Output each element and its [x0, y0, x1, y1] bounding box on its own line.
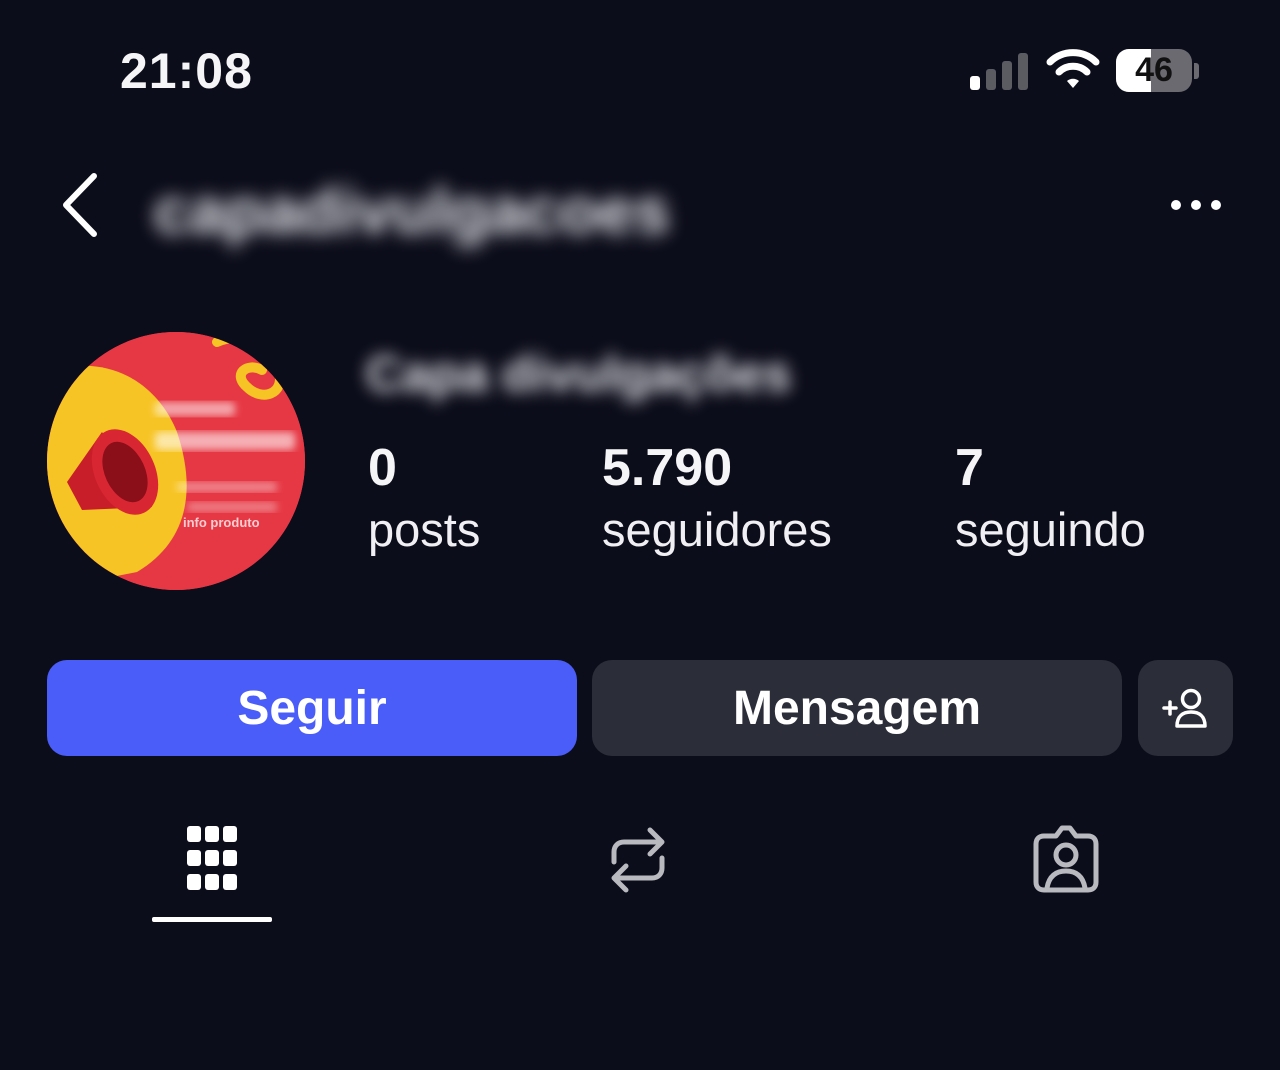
posts-count: 0 [368, 439, 397, 497]
avatar-caption: info produto [183, 515, 260, 530]
tab-grid[interactable] [152, 820, 272, 920]
followers-label: seguidores [602, 503, 832, 556]
tab-tagged[interactable] [1006, 820, 1126, 920]
profile-username: capadivulgacoes [154, 175, 670, 247]
grid-icon [187, 826, 237, 890]
wifi-icon [1046, 49, 1100, 88]
add-user-icon [1161, 688, 1207, 728]
avatar[interactable]: info produto [47, 332, 305, 590]
chevron-left-icon[interactable] [56, 170, 106, 240]
add-user-button[interactable] [1138, 660, 1233, 756]
message-button[interactable]: Mensagem [592, 660, 1122, 756]
following-label: seguindo [955, 503, 1146, 556]
following-count: 7 [955, 439, 984, 497]
stat-following[interactable]: 7 seguindo [955, 438, 1146, 562]
follow-button[interactable]: Seguir [47, 660, 577, 756]
more-horizontal-icon[interactable] [1164, 188, 1228, 222]
battery-level: 46 [1135, 51, 1173, 89]
cellular-signal-icon [970, 53, 1028, 90]
tagged-person-icon [1033, 825, 1099, 893]
active-tab-indicator [152, 917, 272, 922]
profile-display-name: Capa divulgações [366, 346, 792, 402]
repost-icon [611, 827, 665, 893]
status-time: 21:08 [120, 43, 253, 99]
followers-count: 5.790 [602, 439, 733, 497]
stat-posts[interactable]: 0 posts [368, 438, 480, 562]
battery-cap [1194, 63, 1199, 79]
tab-reposts[interactable] [578, 820, 698, 920]
posts-label: posts [368, 503, 481, 556]
battery-icon: 46 [1116, 49, 1192, 92]
stat-followers[interactable]: 5.790 seguidores [602, 438, 832, 562]
megaphone-image [47, 332, 305, 590]
